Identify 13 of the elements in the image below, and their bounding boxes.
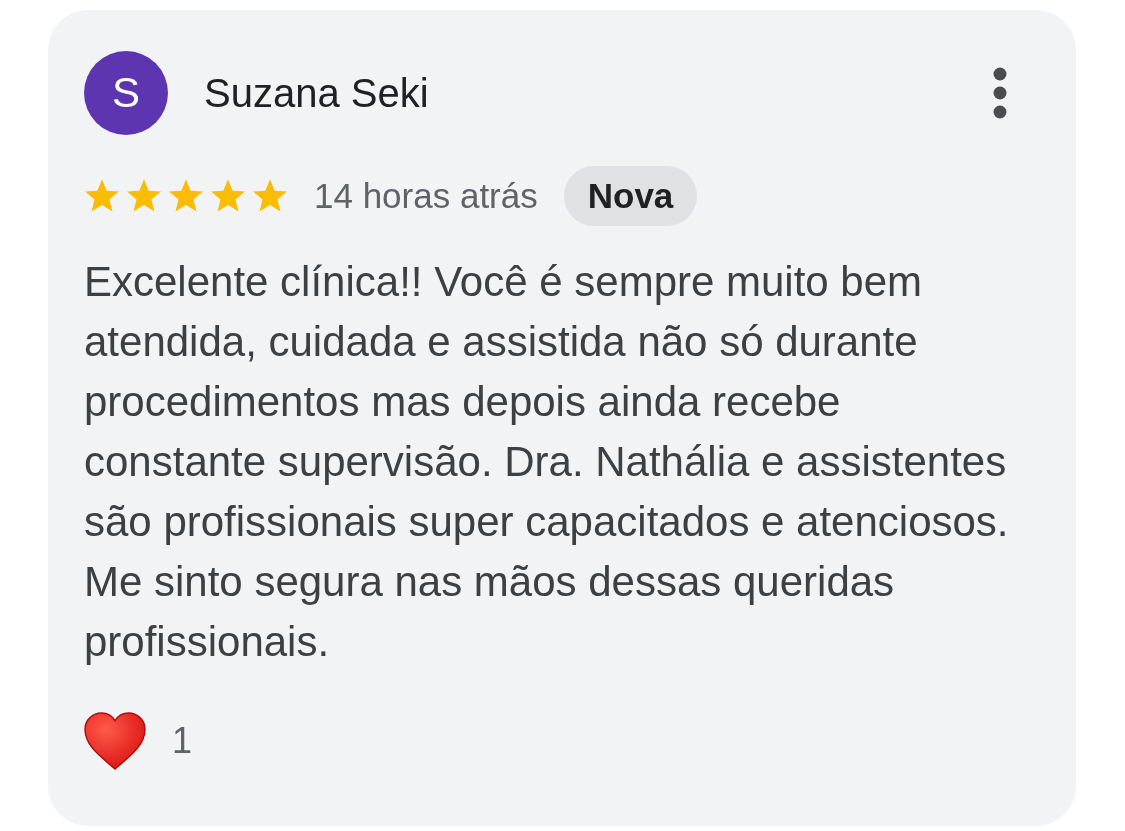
new-badge: Nova <box>563 166 698 226</box>
review-time: 14 horas atrás <box>314 174 538 217</box>
star-icon <box>168 178 204 214</box>
review-text: Excelente clínica!! Você é sempre muito bem atendida, cuidada e assistida não só durante procedimentos mas depois ainda recebe constante supervisão. Dra. Nathália e assistentes são profissionais super capacitados e atenciosos. Me sinto segura nas mãos dessas queridas profissionais. <box>84 257 1010 667</box>
heart-icon <box>84 712 146 770</box>
star-icon <box>210 178 246 214</box>
author-name: Suzana Seki <box>204 70 429 117</box>
star-icon <box>252 178 288 214</box>
more-options-icon <box>993 67 1007 119</box>
reaction-count: 1 <box>172 719 193 763</box>
star-icon <box>126 178 162 214</box>
avatar: S <box>84 51 168 135</box>
star-icon <box>84 178 120 214</box>
